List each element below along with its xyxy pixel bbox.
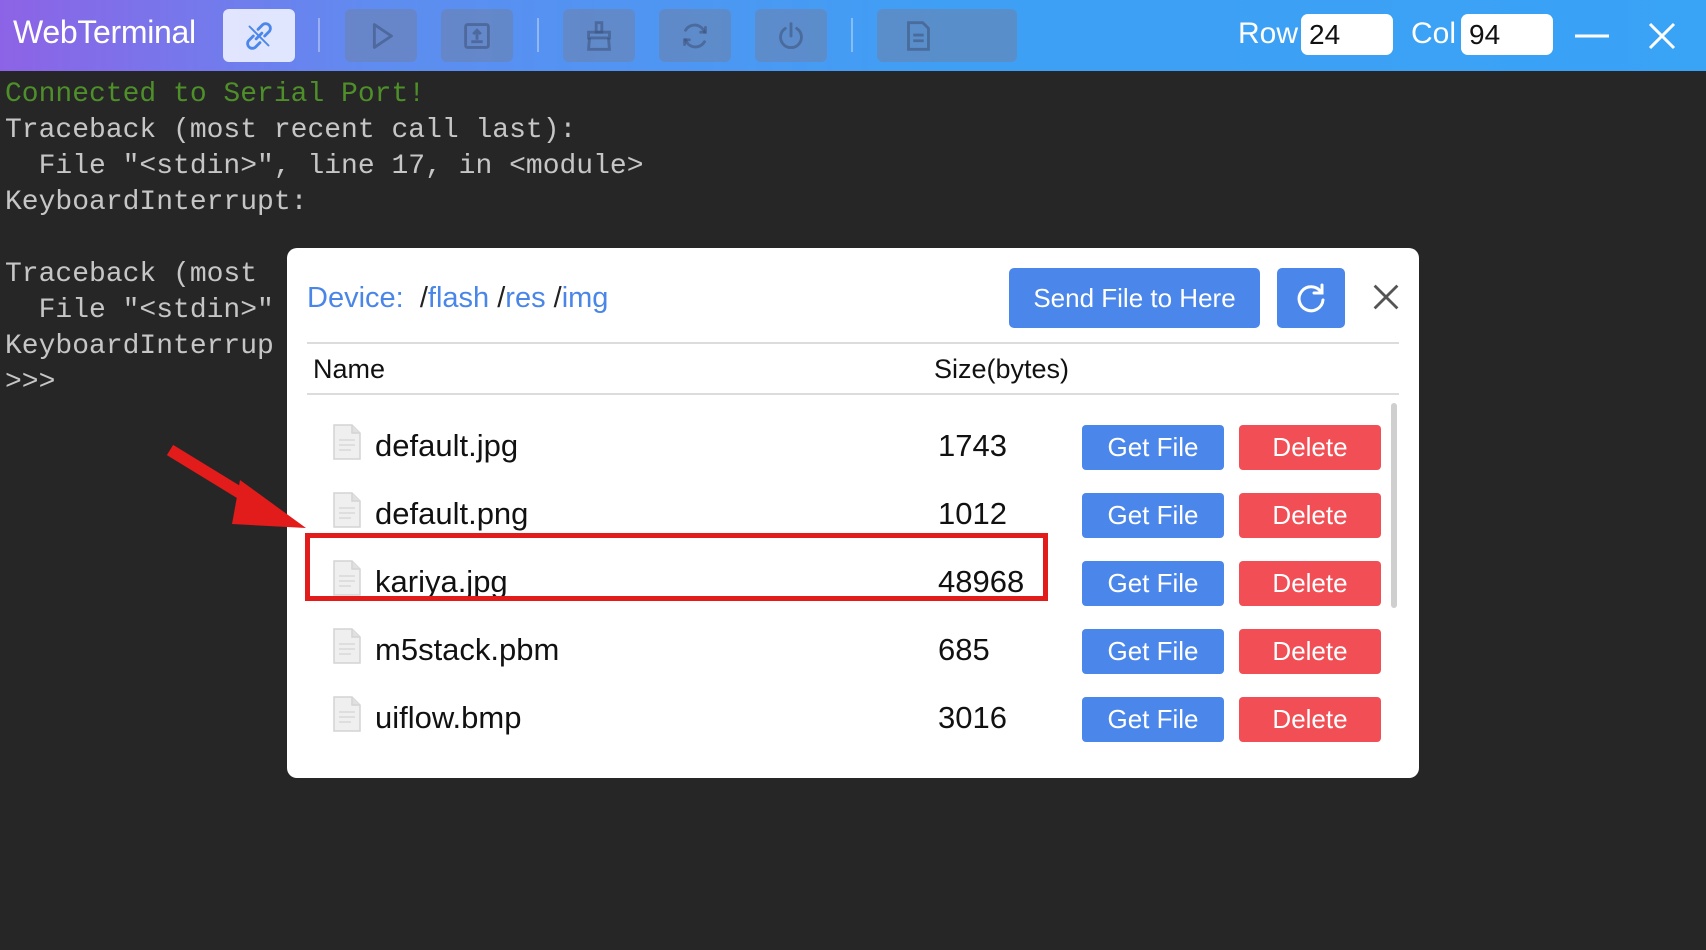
file-manager-dialog: Device: /flash /res /img Send File to He… (287, 248, 1419, 778)
file-size: 1743 (938, 428, 1007, 463)
run-button[interactable] (345, 9, 417, 62)
row-label: Row (1238, 17, 1299, 50)
col-label: Col (1411, 17, 1457, 50)
terminal-line: Connected to Serial Port! (5, 79, 426, 110)
refresh-button[interactable] (1277, 268, 1345, 328)
breadcrumb-segment-img[interactable]: img (562, 282, 609, 314)
title-bar: WebTerminal Row 24 Col 94 (0, 0, 1706, 71)
file-size: 685 (938, 632, 990, 667)
highlight-box (305, 533, 1048, 601)
app-title: WebTerminal (13, 14, 196, 50)
col-input[interactable] (1461, 14, 1553, 55)
divider (307, 393, 1399, 395)
terminal-prompt: >>> (5, 367, 56, 398)
terminal-line: Traceback (most recent call last): (5, 115, 577, 146)
document-icon (333, 628, 361, 664)
delete-button[interactable]: Delete (1239, 561, 1381, 606)
refresh-icon (1297, 283, 1325, 313)
document-icon (333, 492, 361, 528)
divider (307, 342, 1399, 344)
annotation-arrow-icon (166, 444, 306, 528)
terminal-line: Traceback (most (5, 259, 258, 290)
terminal-line: KeyboardInterrupt: (5, 187, 308, 218)
get-file-button[interactable]: Get File (1082, 493, 1224, 538)
file-name: uiflow.bmp (375, 700, 522, 735)
terminal-line: KeyboardInterrup (5, 331, 274, 362)
close-window-icon[interactable] (1642, 16, 1682, 56)
breadcrumb-device-label: Device: (307, 282, 404, 314)
clear-button[interactable] (563, 9, 635, 62)
row-input[interactable] (1301, 14, 1393, 55)
get-file-button[interactable]: Get File (1082, 561, 1224, 606)
breadcrumb: Device: /flash /res /img (307, 282, 609, 314)
file-manager-button[interactable] (877, 9, 1017, 62)
save-upload-icon (464, 22, 490, 49)
breadcrumb-segment-flash[interactable]: flash (428, 282, 489, 314)
delete-button[interactable]: Delete (1239, 425, 1381, 470)
play-icon (372, 22, 393, 49)
file-row: m5stack.pbm 685 Get File Delete (307, 618, 1381, 686)
file-size: 1012 (938, 496, 1007, 531)
toolbar-divider (318, 18, 320, 52)
toolbar-divider (537, 18, 539, 52)
document-icon (333, 424, 361, 460)
terminal-line: File "<stdin>" (5, 295, 274, 326)
upload-button[interactable] (441, 9, 513, 62)
clear-brush-icon (587, 20, 611, 51)
scrollbar[interactable] (1391, 403, 1397, 608)
get-file-button[interactable]: Get File (1082, 629, 1224, 674)
connect-button[interactable] (223, 9, 295, 62)
document-icon (333, 696, 361, 732)
minimize-icon[interactable] (1572, 16, 1612, 56)
power-button[interactable] (755, 9, 827, 62)
breadcrumb-segment-res[interactable]: res (505, 282, 545, 314)
file-name: m5stack.pbm (375, 632, 560, 667)
file-row: uiflow.bmp 3016 Get File Delete (307, 686, 1381, 754)
file-row: default.jpg 1743 Get File Delete (307, 414, 1381, 482)
toolbar-divider (851, 18, 853, 52)
file-name: default.png (375, 496, 529, 531)
link-icon (246, 21, 272, 50)
sync-icon (683, 23, 707, 48)
close-dialog-icon[interactable] (1367, 278, 1405, 316)
terminal-line: File "<stdin>", line 17, in <module> (5, 151, 644, 182)
file-name: default.jpg (375, 428, 519, 463)
get-file-button[interactable]: Get File (1082, 697, 1224, 742)
power-icon (779, 21, 803, 49)
column-header-size: Size(bytes) (934, 354, 1070, 384)
file-icon (907, 20, 930, 51)
send-file-button[interactable]: Send File to Here (1009, 268, 1260, 328)
delete-button[interactable]: Delete (1239, 493, 1381, 538)
get-file-button[interactable]: Get File (1082, 425, 1224, 470)
column-header-name: Name (313, 354, 386, 384)
reset-button[interactable] (659, 9, 731, 62)
delete-button[interactable]: Delete (1239, 697, 1381, 742)
delete-button[interactable]: Delete (1239, 629, 1381, 674)
file-size: 3016 (938, 700, 1007, 735)
